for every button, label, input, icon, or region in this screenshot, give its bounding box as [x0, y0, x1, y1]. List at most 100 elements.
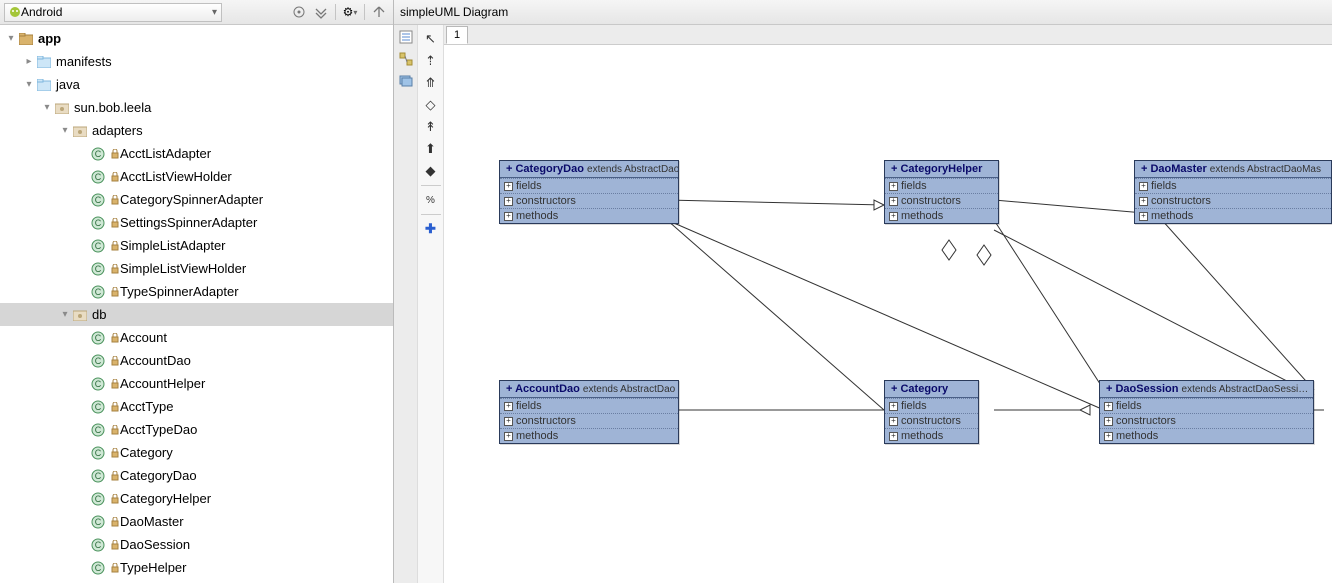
expand-plus-icon[interactable]: +	[889, 402, 898, 411]
tree-node-class[interactable]: CSettingsSpinnerAdapter	[0, 211, 393, 234]
expand-plus-icon[interactable]: +	[889, 432, 898, 441]
tree-node-class[interactable]: CCategoryHelper	[0, 487, 393, 510]
tree-node-class[interactable]: CAccountDao	[0, 349, 393, 372]
expand-plus-icon[interactable]: +	[504, 212, 513, 221]
tree-node-java[interactable]: ▾ java	[0, 73, 393, 96]
uml-constructors[interactable]: +constructors	[885, 413, 978, 428]
uml-methods[interactable]: +methods	[1135, 208, 1331, 223]
diagram-canvas[interactable]: 1	[444, 25, 1332, 583]
diagram-workspace: ↖ ⇡ ⤊ ◇ ↟ ⬆ ◆ % ✚ 1	[394, 25, 1332, 583]
tree-node-class[interactable]: CCategory	[0, 441, 393, 464]
tree-node-app[interactable]: ▾ app	[0, 27, 393, 50]
lock-icon	[110, 471, 120, 481]
expand-plus-icon[interactable]: +	[1104, 417, 1113, 426]
expand-arrow-icon[interactable]: ▾	[40, 102, 54, 113]
tool-percent[interactable]: %	[421, 190, 441, 210]
tree-node-class[interactable]: CAcctListAdapter	[0, 142, 393, 165]
hide-button[interactable]	[369, 2, 389, 22]
expand-arrow-icon[interactable]: ▾	[58, 125, 72, 136]
class-icon: C	[90, 491, 106, 507]
expand-plus-icon[interactable]: +	[1139, 182, 1148, 191]
uml-constructors[interactable]: +constructors	[885, 193, 998, 208]
expand-plus-icon[interactable]: +	[889, 212, 898, 221]
tree-node-class[interactable]: CDaoMaster	[0, 510, 393, 533]
uml-methods[interactable]: +methods	[500, 208, 678, 223]
uml-fields[interactable]: +fields	[500, 178, 678, 193]
expand-plus-icon[interactable]: +	[504, 432, 513, 441]
expand-arrow-icon[interactable]: ▾	[58, 309, 72, 320]
tree-node-class[interactable]: CAcctListViewHolder	[0, 165, 393, 188]
tree-label: sun.bob.leela	[74, 100, 151, 115]
tool-add[interactable]: ✚	[421, 219, 441, 239]
tool-composition-arrow[interactable]: ⬆	[421, 139, 441, 159]
tree-node-class[interactable]: CTypeSpinnerAdapter	[0, 280, 393, 303]
expand-plus-icon[interactable]: +	[1139, 212, 1148, 221]
uml-fields[interactable]: +fields	[1135, 178, 1331, 193]
tree-node-class[interactable]: CAcctTypeDao	[0, 418, 393, 441]
tree-node-class[interactable]: CTypeHelper	[0, 556, 393, 579]
uml-class-categoryhelper[interactable]: + CategoryHelper +fields +constructors +…	[884, 160, 999, 224]
tree-node-class[interactable]: CDaoSession	[0, 533, 393, 556]
tree-label: AcctListAdapter	[120, 146, 211, 161]
uml-fields[interactable]: +fields	[1100, 398, 1313, 413]
uml-class-daomaster[interactable]: + DaoMaster extends AbstractDaoMas +fiel…	[1134, 160, 1332, 224]
uml-extends: extends AbstractDaoSessi…	[1182, 384, 1309, 395]
project-sidebar: Android ⚙▾ ▾ app ▸ manifests ▾ java ▾	[0, 0, 394, 583]
uml-constructors[interactable]: +constructors	[500, 193, 678, 208]
tree-node-class[interactable]: CAccountHelper	[0, 372, 393, 395]
locate-button[interactable]	[289, 2, 309, 22]
uml-fields[interactable]: +fields	[885, 398, 978, 413]
uml-constructors[interactable]: +constructors	[500, 413, 678, 428]
expand-plus-icon[interactable]: +	[504, 417, 513, 426]
tree-node-class[interactable]: CAcctType	[0, 395, 393, 418]
tree-node-manifests[interactable]: ▸ manifests	[0, 50, 393, 73]
tool-association-diamond[interactable]: ◇	[421, 95, 441, 115]
uml-methods[interactable]: +methods	[1100, 428, 1313, 443]
expand-plus-icon[interactable]: +	[889, 197, 898, 206]
uml-methods[interactable]: +methods	[885, 428, 978, 443]
tree-node-package[interactable]: ▾ sun.bob.leela	[0, 96, 393, 119]
uml-constructors[interactable]: +constructors	[1135, 193, 1331, 208]
uml-class-daosession[interactable]: + DaoSession extends AbstractDaoSessi… +…	[1099, 380, 1314, 444]
diagram-file-icon[interactable]	[398, 29, 414, 45]
uml-class-categorydao[interactable]: + CategoryDao extends AbstractDao +field…	[499, 160, 679, 224]
expand-plus-icon[interactable]: +	[504, 197, 513, 206]
expand-arrow-icon[interactable]: ▾	[22, 79, 36, 90]
tool-generalization-arrow[interactable]: ⇡	[421, 51, 441, 71]
project-view-dropdown[interactable]: Android	[4, 3, 222, 22]
diagram-tab-1[interactable]: 1	[446, 26, 468, 44]
tree-node-class[interactable]: CSimpleListAdapter	[0, 234, 393, 257]
tree-node-class[interactable]: CCategorySpinnerAdapter	[0, 188, 393, 211]
tool-select-arrow[interactable]: ↖	[421, 29, 441, 49]
expand-arrow-icon[interactable]: ▸	[22, 56, 36, 67]
uml-methods[interactable]: +methods	[500, 428, 678, 443]
tree-node-class[interactable]: CCategoryDao	[0, 464, 393, 487]
expand-plus-icon[interactable]: +	[1104, 432, 1113, 441]
settings-gear-button[interactable]: ⚙▾	[340, 2, 360, 22]
expand-plus-icon[interactable]: +	[889, 417, 898, 426]
expand-arrow-icon[interactable]: ▾	[4, 33, 18, 44]
tool-realization-arrow[interactable]: ⤊	[421, 73, 441, 93]
uml-constructors[interactable]: +constructors	[1100, 413, 1313, 428]
uml-fields[interactable]: +fields	[500, 398, 678, 413]
uml-class-category[interactable]: + Category +fields +constructors +method…	[884, 380, 979, 444]
uml-fields[interactable]: +fields	[885, 178, 998, 193]
uml-class-accountdao[interactable]: + AccountDao extends AbstractDao +fields…	[499, 380, 679, 444]
tree-node-class[interactable]: CSimpleListViewHolder	[0, 257, 393, 280]
uml-class-name: + DaoSession	[1106, 383, 1178, 395]
expand-plus-icon[interactable]: +	[889, 182, 898, 191]
expand-plus-icon[interactable]: +	[1139, 197, 1148, 206]
tool-dependency-arrow[interactable]: ↟	[421, 117, 441, 137]
tree-node-adapters[interactable]: ▾ adapters	[0, 119, 393, 142]
uml-methods[interactable]: +methods	[885, 208, 998, 223]
expand-plus-icon[interactable]: +	[1104, 402, 1113, 411]
tool-aggregation-diamond[interactable]: ◆	[421, 161, 441, 181]
expand-plus-icon[interactable]: +	[504, 182, 513, 191]
tree-node-class[interactable]: CAccount	[0, 326, 393, 349]
project-tree[interactable]: ▾ app ▸ manifests ▾ java ▾ sun.bob.leela…	[0, 25, 393, 583]
layers-icon[interactable]	[398, 73, 414, 89]
tree-node-db[interactable]: ▾ db	[0, 303, 393, 326]
dependencies-icon[interactable]	[398, 51, 414, 67]
expand-plus-icon[interactable]: +	[504, 402, 513, 411]
collapse-all-button[interactable]	[311, 2, 331, 22]
